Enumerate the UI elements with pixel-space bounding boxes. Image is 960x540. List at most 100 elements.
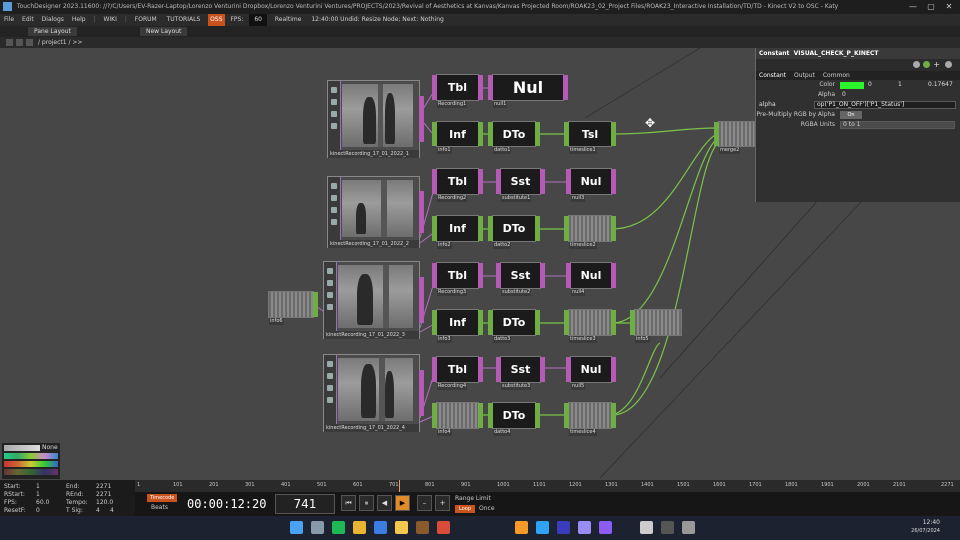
- node-output[interactable]: [419, 370, 424, 416]
- node-output[interactable]: [478, 403, 483, 428]
- node-output[interactable]: [478, 310, 483, 335]
- dto1-node[interactable]: DTo datto1: [488, 121, 540, 154]
- nul5-node[interactable]: Nul null5: [566, 356, 616, 390]
- color-palette[interactable]: None: [2, 443, 60, 479]
- node-input[interactable]: [564, 310, 569, 335]
- info1-node[interactable]: Inf info1: [432, 121, 483, 154]
- sst3-node[interactable]: Sst substitute3: [496, 356, 545, 390]
- info4-node[interactable]: info4: [432, 402, 483, 436]
- info-icon[interactable]: [945, 61, 952, 68]
- start-value[interactable]: 1: [36, 483, 40, 491]
- fps-stat-value[interactable]: 60.0: [36, 499, 49, 507]
- playhead[interactable]: [399, 480, 400, 492]
- node-output[interactable]: [563, 75, 568, 100]
- palette-none[interactable]: None: [42, 444, 58, 451]
- color-g[interactable]: 1: [898, 80, 902, 90]
- node-output[interactable]: [478, 122, 483, 146]
- node-output[interactable]: [478, 357, 483, 382]
- home-icon[interactable]: [6, 39, 13, 46]
- premiere-icon[interactable]: [599, 521, 612, 534]
- rewind-button[interactable]: ⏮: [341, 495, 356, 511]
- node-input[interactable]: [630, 310, 635, 335]
- kinect-recording-4[interactable]: kinectRecording_17_01_2022_4: [323, 354, 424, 432]
- palette-swatch-row[interactable]: [4, 461, 58, 467]
- play-reverse-button[interactable]: ◀: [377, 495, 392, 511]
- minimize-button[interactable]: —: [904, 0, 922, 14]
- palette-swatch-row[interactable]: [4, 453, 58, 459]
- frame-display[interactable]: 741: [275, 494, 335, 514]
- nul4-node[interactable]: Nul null4: [566, 262, 616, 296]
- nul3-node[interactable]: Nul null3: [566, 168, 616, 202]
- node-output[interactable]: [419, 277, 424, 323]
- timeline-ruler[interactable]: 1 101 201 301 401 501 601 701 801 901 10…: [135, 480, 960, 492]
- info3-node[interactable]: Inf info3: [432, 309, 483, 343]
- node-output[interactable]: [611, 169, 616, 194]
- tbl1-node[interactable]: Tbl Recording1: [432, 74, 483, 108]
- alpha-value[interactable]: 0: [842, 90, 846, 100]
- color-r[interactable]: 0: [868, 80, 872, 90]
- once-button[interactable]: Once: [479, 505, 495, 513]
- alpha-expression[interactable]: op('P1_ON_OFF')['P1_Status']: [814, 101, 956, 109]
- beats-button[interactable]: Beats: [151, 504, 168, 512]
- color-swatch[interactable]: [840, 82, 864, 89]
- menu-edit[interactable]: Edit: [18, 14, 38, 26]
- app-icon[interactable]: [437, 521, 450, 534]
- node-output[interactable]: [313, 292, 318, 317]
- network-path[interactable]: / project1 / >>: [38, 37, 82, 48]
- node-output[interactable]: [611, 357, 616, 382]
- photoshop-icon[interactable]: [536, 521, 549, 534]
- info5-node[interactable]: info5: [630, 309, 682, 343]
- node-output[interactable]: [419, 96, 424, 142]
- obs-icon[interactable]: [640, 521, 653, 534]
- up-icon[interactable]: [26, 39, 33, 46]
- node-output[interactable]: [540, 357, 545, 382]
- search-icon[interactable]: [311, 521, 324, 534]
- kinect-recording-3[interactable]: kinectRecording_17_01_2022_3: [323, 261, 424, 339]
- after-effects-icon[interactable]: [578, 521, 591, 534]
- rend-value[interactable]: 2271: [96, 491, 111, 499]
- back-icon[interactable]: [16, 39, 23, 46]
- chrome-icon[interactable]: [353, 521, 366, 534]
- tbl4-node[interactable]: Tbl Recording4: [432, 356, 483, 390]
- color-b[interactable]: 0.17647: [928, 80, 953, 90]
- tsl2-node[interactable]: timeslice2: [564, 215, 616, 249]
- explorer-icon[interactable]: [395, 521, 408, 534]
- palette-swatch-grey[interactable]: [4, 445, 40, 451]
- tab-common[interactable]: Common: [823, 72, 850, 79]
- palette-swatch-row[interactable]: [4, 469, 58, 475]
- null1-node[interactable]: Nul null1: [488, 74, 568, 108]
- node-output[interactable]: [478, 169, 483, 194]
- node-input[interactable]: [714, 122, 719, 146]
- node-output[interactable]: [611, 122, 616, 146]
- menu-help[interactable]: Help: [68, 14, 90, 26]
- node-output[interactable]: [535, 122, 540, 146]
- maximize-button[interactable]: ▢: [922, 0, 940, 14]
- tempo-value[interactable]: 120.0: [96, 499, 113, 507]
- node-output[interactable]: [540, 169, 545, 194]
- camera-icon[interactable]: [661, 521, 674, 534]
- node-output[interactable]: [419, 191, 424, 233]
- merge2-node[interactable]: merge2: [714, 121, 755, 154]
- node-output[interactable]: [611, 263, 616, 288]
- tbl3-node[interactable]: Tbl Recording3: [432, 262, 483, 296]
- touchdesigner-icon[interactable]: [416, 521, 429, 534]
- add-icon[interactable]: +: [933, 60, 940, 69]
- menu-file[interactable]: File: [0, 14, 18, 26]
- node-output[interactable]: [478, 75, 483, 100]
- settings-icon[interactable]: [682, 521, 695, 534]
- node-output[interactable]: [611, 403, 616, 428]
- spotify-icon[interactable]: [332, 521, 345, 534]
- resetf-value[interactable]: 0: [36, 507, 40, 515]
- tsl4-node[interactable]: timeslice4: [564, 402, 616, 436]
- new-layout-tab[interactable]: New Layout: [140, 27, 188, 36]
- oss-badge[interactable]: OSS: [208, 14, 225, 26]
- close-button[interactable]: ✕: [940, 0, 958, 14]
- node-output[interactable]: [535, 310, 540, 335]
- tbl2-node[interactable]: Tbl Recording2: [432, 168, 483, 202]
- node-output[interactable]: [478, 216, 483, 241]
- tsl1-node[interactable]: Tsl timeslice1: [564, 121, 616, 154]
- node-output[interactable]: [540, 263, 545, 288]
- sst1-node[interactable]: Sst substitute1: [496, 168, 545, 202]
- rstart-value[interactable]: 1: [36, 491, 40, 499]
- tsig-a[interactable]: 4: [96, 507, 100, 515]
